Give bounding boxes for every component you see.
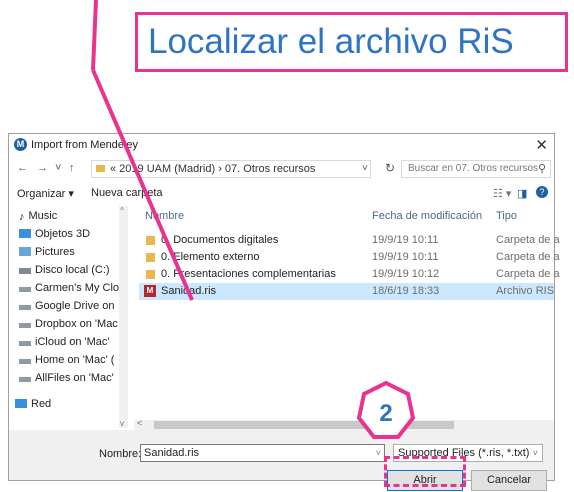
file-type: Carpeta de a: [496, 268, 560, 280]
view-options-icon[interactable]: ☷ ▾: [493, 187, 511, 200]
column-header-name[interactable]: Nombre: [145, 210, 184, 222]
command-toolbar: Organizar ▾ Nueva carpeta ☷ ▾ ◨ ?: [9, 182, 554, 206]
folder-icon: [96, 165, 105, 172]
refresh-icon[interactable]: ↻: [385, 161, 395, 175]
column-header-date[interactable]: Fecha de modificación: [372, 210, 482, 222]
file-date: 19/9/19 10:11: [372, 234, 439, 246]
sidebar-item-carmen-cloud[interactable]: Carmen's My Clo: [19, 282, 119, 300]
sidebar-item-label: Music: [28, 210, 58, 222]
sidebar-item-label: Carmen's My Clo: [35, 282, 120, 294]
sidebar-item-disco-local[interactable]: Disco local (C:): [19, 264, 110, 282]
sidebar-item-red[interactable]: Red: [15, 398, 51, 416]
organize-button[interactable]: Organizar ▾: [17, 187, 74, 200]
horizontal-scrollbar[interactable]: <: [134, 418, 554, 430]
sidebar-item-objetos-3d[interactable]: Objetos 3D: [19, 228, 90, 246]
navigation-pane: ♪ Music Objetos 3D Pictures Disco local (…: [9, 206, 127, 428]
search-input[interactable]: Buscar en 07. Otros recursos ⚲: [401, 160, 551, 178]
network-drive-icon: [19, 359, 31, 364]
new-folder-button[interactable]: Nueva carpeta: [91, 187, 163, 199]
search-icon[interactable]: ⚲: [538, 162, 546, 175]
step-number-badge: 2: [356, 380, 416, 439]
file-name: Sanidad.ris: [161, 285, 217, 297]
scroll-up-icon[interactable]: ^: [120, 206, 124, 215]
file-date: 19/9/19 10:11: [372, 251, 439, 263]
sidebar-item-pictures[interactable]: Pictures: [19, 246, 75, 264]
file-open-dialog: M Import from Mendeley ✕ ← → ˅ ↑ « 2019 …: [8, 133, 560, 491]
file-type: Carpeta de a: [496, 234, 560, 246]
sidebar-item-label: iCloud on 'Mac': [35, 336, 110, 348]
callout-text: Localizar el archivo RiS: [148, 22, 514, 61]
address-bar[interactable]: « 2019 UAM (Madrid) › 07. Otros recursos…: [91, 160, 371, 178]
sidebar-item-label: Google Drive on: [35, 300, 115, 312]
mendeley-app-icon: M: [14, 138, 27, 151]
sidebar-item-label: Disco local (C:): [35, 264, 110, 276]
sidebar-scrollbar[interactable]: ^ v: [119, 206, 128, 428]
cancel-button[interactable]: Cancelar: [471, 470, 547, 491]
filename-value: Sanidad.ris: [144, 447, 200, 459]
column-header-type[interactable]: Tipo: [496, 210, 517, 222]
dialog-footer: Nombre: Sanidad.ris ˅ Supported Files (*…: [9, 430, 554, 491]
drive-icon: [19, 268, 31, 274]
network-drive-icon: [19, 323, 31, 328]
sidebar-item-google-drive[interactable]: Google Drive on: [19, 300, 115, 318]
history-dropdown-icon[interactable]: ˅: [55, 162, 61, 174]
sidebar-item-label: Objetos 3D: [35, 228, 91, 240]
sidebar-item-label: AllFiles on 'Mac': [35, 372, 114, 384]
chevron-down-icon[interactable]: ˅: [376, 448, 381, 458]
table-row[interactable]: 0. Documentos digitales 19/9/19 10:11 Ca…: [139, 232, 560, 249]
table-row[interactable]: 0. Presentaciones complementarias 19/9/1…: [139, 266, 560, 283]
dialog-title: Import from Mendeley: [31, 139, 138, 151]
search-placeholder: Buscar en 07. Otros recursos: [408, 163, 539, 174]
cube-icon: [19, 229, 31, 238]
back-button[interactable]: ←: [17, 162, 28, 174]
forward-button[interactable]: →: [37, 162, 48, 174]
sidebar-item-allfiles[interactable]: AllFiles on 'Mac': [19, 372, 114, 390]
sidebar-item-label: Pictures: [35, 246, 75, 258]
table-row-selected[interactable]: M Sanidad.ris 18/6/19 18:33 Archivo RIS: [139, 283, 554, 300]
mendeley-file-icon: M: [144, 285, 156, 297]
filename-label: Nombre:: [99, 448, 142, 460]
folder-icon: [146, 270, 155, 279]
sidebar-item-home[interactable]: Home on 'Mac' (: [19, 354, 114, 372]
sidebar-item-icloud[interactable]: iCloud on 'Mac': [19, 336, 110, 354]
sidebar-item-label: Red: [31, 398, 52, 410]
network-drive-icon: [19, 305, 31, 310]
close-button[interactable]: ✕: [535, 136, 548, 154]
file-name: 0. Documentos digitales: [161, 234, 279, 246]
open-button-highlight: [384, 456, 466, 487]
sidebar-item-label: Dropbox on 'Mac: [35, 318, 118, 330]
sidebar-item-dropbox[interactable]: Dropbox on 'Mac: [19, 318, 118, 336]
chevron-down-icon[interactable]: ˅: [362, 163, 368, 174]
file-date: 18/6/19 18:33: [372, 285, 440, 297]
scroll-left-icon[interactable]: <: [137, 418, 142, 428]
file-type: Carpeta de a: [496, 251, 560, 263]
sidebar-item-label: Home on 'Mac' (: [35, 354, 115, 366]
chevron-down-icon[interactable]: ˅: [533, 448, 538, 458]
network-drive-icon: [19, 377, 31, 382]
scroll-down-icon[interactable]: v: [120, 419, 124, 428]
folder-icon: [146, 253, 155, 262]
file-name: 0. Presentaciones complementarias: [161, 268, 336, 280]
file-type: Archivo RIS: [496, 285, 555, 297]
callout-box: Localizar el archivo RiS: [135, 12, 568, 72]
sidebar-item-music[interactable]: ♪ Music: [19, 210, 57, 228]
file-date: 19/9/19 10:12: [372, 268, 440, 280]
table-row[interactable]: 0. Elemento externo 19/9/19 10:11 Carpet…: [139, 249, 560, 266]
network-icon: [15, 399, 27, 408]
file-name: 0. Elemento externo: [161, 251, 260, 263]
up-folder-button[interactable]: ↑: [69, 162, 75, 174]
file-list: Nombre Fecha de modificación Tipo 0. Doc…: [134, 206, 560, 414]
preview-pane-icon[interactable]: ◨: [517, 187, 527, 200]
music-icon: ♪: [19, 211, 25, 223]
address-row: ← → ˅ ↑ « 2019 UAM (Madrid) › 07. Otros …: [9, 156, 554, 182]
address-path: « 2019 UAM (Madrid) › 07. Otros recursos: [110, 163, 316, 175]
step-number: 2: [379, 400, 392, 427]
network-drive-icon: [19, 341, 31, 346]
pictures-icon: [19, 247, 31, 256]
help-icon[interactable]: ?: [536, 186, 548, 198]
filename-input[interactable]: Sanidad.ris ˅: [140, 444, 385, 462]
folder-icon: [146, 236, 155, 245]
dialog-titlebar: M Import from Mendeley ✕: [9, 134, 554, 156]
network-drive-icon: [19, 287, 31, 292]
